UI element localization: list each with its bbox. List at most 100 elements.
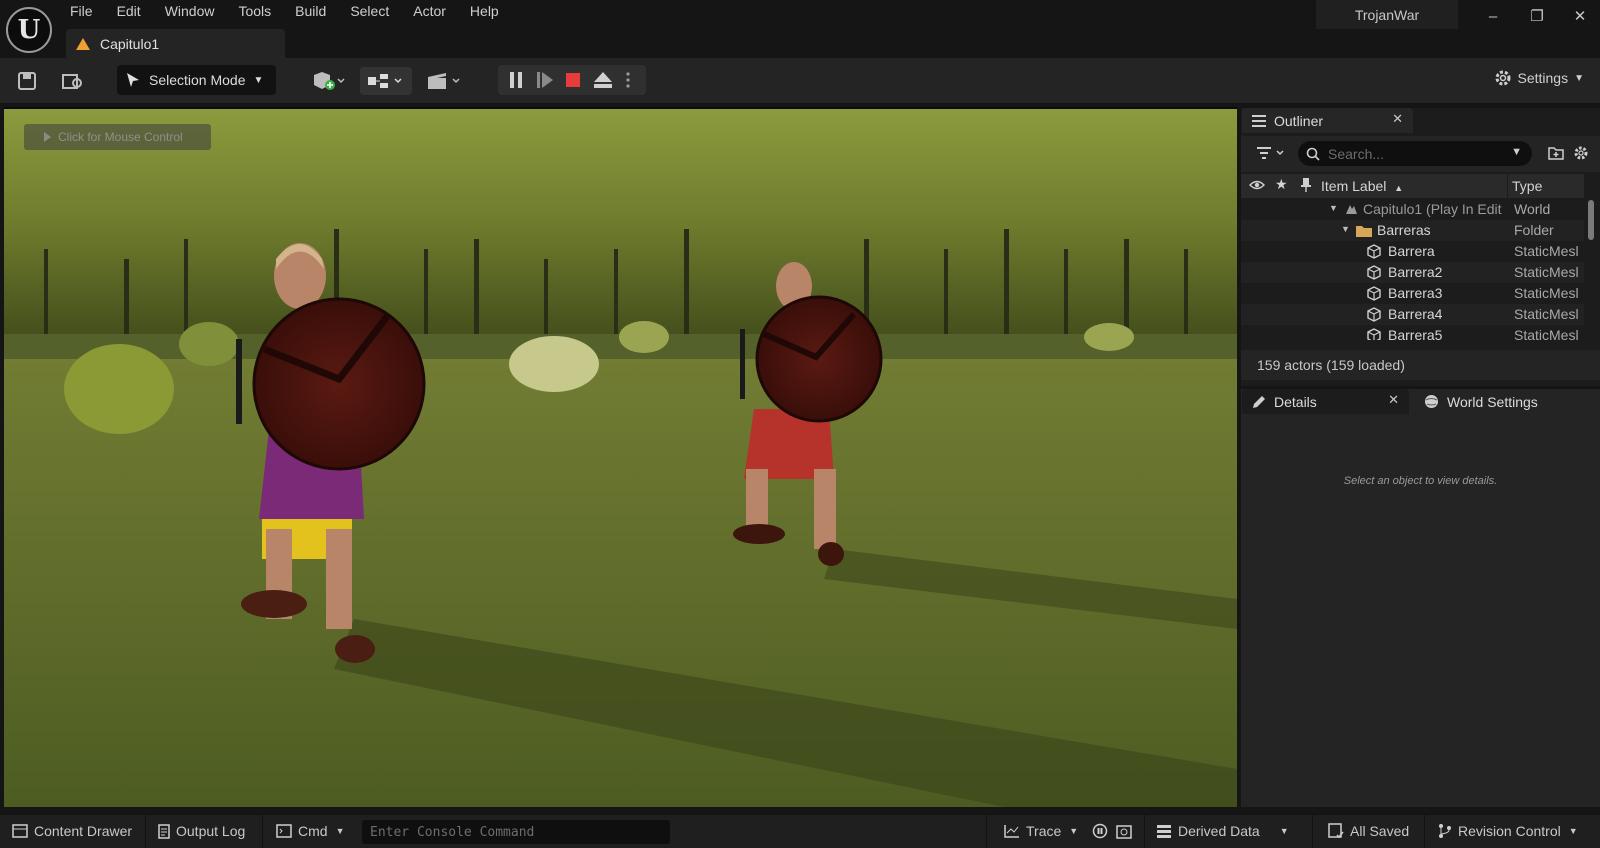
tree-row-type: StaticMesl bbox=[1514, 327, 1579, 340]
menu-build[interactable]: Build bbox=[295, 3, 326, 23]
screenshot-icon[interactable] bbox=[1116, 823, 1132, 839]
menu-actor[interactable]: Actor bbox=[413, 3, 446, 23]
trace-dropdown[interactable]: Trace ▼ bbox=[1004, 823, 1078, 839]
search-icon bbox=[1306, 147, 1320, 161]
chevron-down-icon: ▼ bbox=[335, 826, 345, 836]
more-options-icon[interactable] bbox=[626, 71, 630, 92]
globe-icon bbox=[1425, 395, 1438, 408]
details-panel: Details ✕ World Settings Select an objec… bbox=[1241, 389, 1600, 807]
tree-row-label: Barrera2 bbox=[1388, 264, 1443, 280]
tree-row-label: Capitulo1 (Play In Edit bbox=[1363, 201, 1502, 217]
tree-row-label: Barrera bbox=[1388, 243, 1435, 259]
cmd-dropdown[interactable]: Cmd ▼ bbox=[276, 823, 344, 839]
mouse-control-hint[interactable]: Click for Mouse Control bbox=[24, 124, 211, 150]
tree-row[interactable]: Barrera StaticMesl bbox=[1241, 241, 1584, 262]
menu-edit[interactable]: Edit bbox=[117, 3, 141, 23]
chevron-down-icon: ▼ bbox=[253, 74, 264, 86]
eject-icon[interactable] bbox=[593, 71, 613, 92]
settings-dropdown[interactable]: Settings ▼ bbox=[1494, 69, 1584, 87]
cmd-label: Cmd bbox=[298, 823, 328, 839]
main-toolbar: Selection Mode ▼ Settings ▼ bbox=[0, 58, 1600, 104]
pin-icon[interactable] bbox=[1300, 177, 1312, 196]
tree-row[interactable]: ▼ Barreras Folder bbox=[1241, 220, 1584, 241]
outliner-search-row: Search... ▼ bbox=[1241, 136, 1600, 172]
restore-button[interactable]: ❐ bbox=[1522, 4, 1552, 28]
minimize-button[interactable]: – bbox=[1478, 4, 1508, 28]
chevron-down-icon: ▼ bbox=[1574, 72, 1584, 84]
world-settings-tab-label: World Settings bbox=[1447, 393, 1538, 410]
chevron-down-icon[interactable]: ▼ bbox=[1511, 146, 1522, 158]
details-tab-label: Details bbox=[1274, 393, 1317, 410]
search-placeholder: Search... bbox=[1328, 145, 1385, 162]
visibility-eye-icon[interactable] bbox=[1249, 178, 1265, 195]
revision-control-dropdown[interactable]: Revision Control ▼ bbox=[1438, 823, 1578, 839]
tree-row-label: Barrera4 bbox=[1388, 306, 1443, 322]
status-divider bbox=[262, 815, 263, 848]
level-warning-icon bbox=[76, 38, 90, 50]
log-icon bbox=[158, 823, 170, 839]
status-divider bbox=[1424, 815, 1425, 848]
outliner-tab-label: Outliner bbox=[1274, 112, 1324, 129]
close-window-button[interactable]: ✕ bbox=[1565, 4, 1595, 28]
menu-help[interactable]: Help bbox=[470, 3, 499, 23]
selection-mode-dropdown[interactable]: Selection Mode ▼ bbox=[117, 65, 276, 95]
expand-arrow-icon[interactable]: ▼ bbox=[1341, 224, 1350, 234]
type-column-header[interactable]: Type bbox=[1512, 178, 1542, 194]
tree-row[interactable]: ▼ Capitulo1 (Play In Edit World bbox=[1241, 199, 1584, 220]
record-icon[interactable] bbox=[1092, 823, 1108, 839]
unreal-logo-icon[interactable]: U bbox=[6, 7, 52, 53]
tree-row[interactable]: Barrera5 StaticMesl bbox=[1241, 325, 1584, 340]
tree-row-type: StaticMesl bbox=[1514, 264, 1579, 280]
actor-count: 159 actors (159 loaded) bbox=[1241, 350, 1600, 380]
tree-row[interactable]: Barrera3 StaticMesl bbox=[1241, 283, 1584, 304]
pencil-icon bbox=[1253, 395, 1265, 408]
item-label-column[interactable]: Item Label ▲ bbox=[1321, 178, 1403, 194]
tree-row[interactable]: Barrera4 StaticMesl bbox=[1241, 304, 1584, 325]
cinematics-icon[interactable] bbox=[424, 68, 464, 94]
column-divider bbox=[1507, 174, 1508, 198]
chevron-down-icon: ▼ bbox=[1568, 826, 1578, 836]
content-drawer-button[interactable]: Content Drawer bbox=[12, 823, 132, 839]
saved-icon bbox=[1328, 823, 1344, 839]
all-saved-button[interactable]: All Saved bbox=[1328, 823, 1409, 839]
expand-arrow-icon[interactable]: ▼ bbox=[1329, 203, 1338, 213]
content-drawer-label: Content Drawer bbox=[34, 823, 133, 839]
step-forward-icon[interactable] bbox=[536, 71, 554, 92]
details-tab[interactable]: Details ✕ bbox=[1242, 389, 1409, 414]
tree-row-type: StaticMesl bbox=[1514, 285, 1579, 301]
save-icon[interactable] bbox=[16, 68, 38, 94]
add-actor-icon[interactable] bbox=[308, 68, 348, 94]
level-tab[interactable]: Capitulo1 bbox=[66, 29, 285, 59]
level-viewport[interactable]: Click for Mouse Control bbox=[4, 109, 1237, 807]
favorite-star-icon[interactable]: ★ bbox=[1275, 176, 1288, 193]
menu-window[interactable]: Window bbox=[165, 3, 215, 23]
outliner-tab[interactable]: Outliner ✕ bbox=[1242, 108, 1413, 133]
derived-data-dropdown[interactable]: Derived Data ▼ bbox=[1156, 823, 1289, 839]
close-tab-icon[interactable]: ✕ bbox=[1388, 392, 1399, 408]
world-settings-tab[interactable]: World Settings bbox=[1414, 389, 1600, 414]
blueprint-dropdown-icon[interactable] bbox=[360, 67, 412, 95]
status-bar: Content Drawer Output Log Cmd ▼ Enter Co… bbox=[0, 814, 1600, 848]
outliner-list-icon bbox=[1252, 114, 1266, 127]
menu-select[interactable]: Select bbox=[350, 3, 389, 23]
play-arrow-icon bbox=[44, 132, 51, 142]
close-tab-icon[interactable]: ✕ bbox=[1392, 111, 1403, 127]
menu-file[interactable]: File bbox=[70, 3, 93, 23]
stop-icon[interactable] bbox=[564, 71, 582, 92]
menu-tools[interactable]: Tools bbox=[238, 3, 271, 23]
pause-icon[interactable] bbox=[508, 71, 524, 92]
browse-level-icon[interactable] bbox=[60, 68, 86, 94]
outliner-search-input[interactable]: Search... ▼ bbox=[1298, 141, 1532, 166]
outliner-column-header: ★ Item Label ▲ Type bbox=[1241, 174, 1584, 198]
add-folder-icon[interactable] bbox=[1548, 145, 1564, 164]
tree-row[interactable]: Barrera2 StaticMesl bbox=[1241, 262, 1584, 283]
outliner-tree: ▼ Capitulo1 (Play In Edit World ▼ Barrer… bbox=[1241, 199, 1584, 340]
outliner-scrollbar[interactable] bbox=[1588, 200, 1594, 240]
tree-row-type: StaticMesl bbox=[1514, 306, 1579, 322]
filter-icon[interactable] bbox=[1257, 145, 1287, 164]
outliner-settings-gear-icon[interactable] bbox=[1573, 145, 1589, 164]
output-log-label: Output Log bbox=[176, 823, 246, 839]
console-command-input[interactable]: Enter Console Command bbox=[362, 820, 670, 844]
output-log-button[interactable]: Output Log bbox=[158, 823, 245, 839]
trace-icon bbox=[1004, 825, 1019, 838]
